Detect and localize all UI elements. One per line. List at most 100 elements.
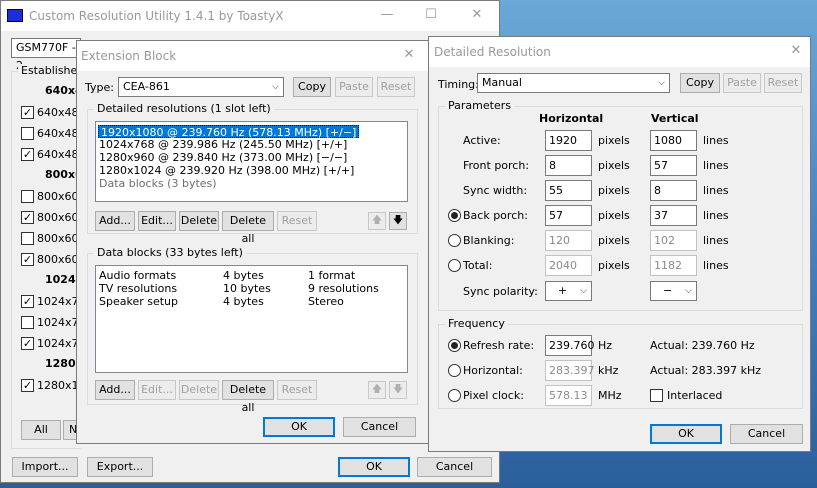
detailed-resolution-item[interactable]: 1280x1024 @ 239.920 Hz (398.00 MHz) [+/+… xyxy=(99,164,354,177)
lines-unit: lines xyxy=(703,234,729,247)
main-cancel-button[interactable]: Cancel xyxy=(417,457,492,477)
minimize-icon[interactable]: — xyxy=(377,5,397,25)
data-delete-button[interactable]: Delete xyxy=(179,380,219,400)
export-button[interactable]: Export... xyxy=(87,457,153,477)
ext-cancel-button[interactable]: Cancel xyxy=(343,417,416,437)
param-horizontal-input[interactable]: 1920 xyxy=(545,130,592,151)
import-button[interactable]: Import... xyxy=(12,457,78,477)
param-label: Blanking: xyxy=(463,234,515,247)
horizontal-freq-radio[interactable] xyxy=(448,364,461,377)
resolution-checkbox[interactable] xyxy=(21,232,34,245)
detailed-resolution-item[interactable]: 1920x1080 @ 239.760 Hz (578.13 MHz) [+/−… xyxy=(98,125,360,139)
detailed-resolution-item[interactable]: 1024x768 @ 239.986 Hz (245.50 MHz) [+/+] xyxy=(99,138,347,151)
app-icon xyxy=(7,9,23,22)
detailed-edit-button[interactable]: Edit... xyxy=(138,211,176,231)
resolution-checkbox[interactable] xyxy=(21,316,34,329)
param-radio[interactable] xyxy=(448,259,461,272)
data-block-row[interactable]: Speaker setup 4 bytes Stereo xyxy=(99,295,404,308)
data-edit-button[interactable]: Edit... xyxy=(138,380,176,400)
dr-copy-button[interactable]: Copy xyxy=(680,73,720,93)
ext-close-icon[interactable]: ✕ xyxy=(399,45,419,65)
data-block-row[interactable]: TV resolutions 10 bytes 9 resolutions xyxy=(99,282,404,295)
data-add-button[interactable]: Add... xyxy=(95,380,135,400)
data-move-up-icon[interactable]: 🡅 xyxy=(368,381,386,399)
type-select[interactable]: CEA-861 ⌵ xyxy=(118,77,284,97)
resolution-checkbox[interactable]: ✓ xyxy=(21,379,34,392)
data-move-down-icon[interactable]: 🡇 xyxy=(389,381,407,399)
timing-select[interactable]: Manual ⌵ xyxy=(477,73,670,93)
pixel-clock-input[interactable]: 578.13 xyxy=(545,385,592,406)
detailed-resolutions-list[interactable]: 1920x1080 @ 239.760 Hz (578.13 MHz) [+/−… xyxy=(95,121,408,202)
detailed-add-button[interactable]: Add... xyxy=(95,211,135,231)
all-button[interactable]: All xyxy=(21,420,61,440)
resolution-checkbox[interactable]: ✓ xyxy=(21,211,34,224)
resolution-checkbox[interactable]: ✓ xyxy=(21,253,34,266)
ext-copy-button[interactable]: Copy xyxy=(293,77,331,97)
sync-v-select[interactable]: − ⌵ xyxy=(650,281,697,301)
dr-title: Detailed Resolution xyxy=(434,45,551,59)
refresh-rate-radio[interactable] xyxy=(448,339,461,352)
ext-reset-button[interactable]: Reset xyxy=(377,77,415,97)
data-block-row[interactable]: Audio formats 4 bytes 1 format xyxy=(99,269,404,282)
lines-unit: lines xyxy=(703,209,729,222)
data-reset-button[interactable]: Reset xyxy=(277,380,317,400)
param-vertical-input[interactable]: 102 xyxy=(650,230,697,251)
data-block-info: 1 format xyxy=(308,269,356,282)
pixel-clock-radio[interactable] xyxy=(448,389,461,402)
param-horizontal-input[interactable]: 2040 xyxy=(545,255,592,276)
monitor-select[interactable]: GSM770F - 2 xyxy=(11,38,81,72)
detailed-delete-button[interactable]: Delete xyxy=(179,211,219,231)
data-block-size: 4 bytes xyxy=(223,269,264,282)
sync-h-select[interactable]: + ⌵ xyxy=(545,281,592,301)
resolution-checkbox[interactable]: ✓ xyxy=(21,295,34,308)
dr-ok-button[interactable]: OK xyxy=(650,424,722,444)
data-blocks-title: Data blocks (33 bytes left) xyxy=(94,246,246,259)
param-vertical-input[interactable]: 1080 xyxy=(650,130,697,151)
param-horizontal-input[interactable]: 120 xyxy=(545,230,592,251)
ext-titlebar[interactable]: Extension Block ✕ xyxy=(77,41,429,71)
resolution-checkbox[interactable]: ✓ xyxy=(21,148,34,161)
param-horizontal-input[interactable]: 55 xyxy=(545,180,592,201)
move-down-icon[interactable]: 🡇 xyxy=(389,212,407,230)
param-horizontal-input[interactable]: 57 xyxy=(545,205,592,226)
dr-cancel-button[interactable]: Cancel xyxy=(730,424,803,444)
detailed-reset-button[interactable]: Reset xyxy=(277,211,317,231)
close-icon[interactable]: ✕ xyxy=(467,5,487,25)
main-ok-button[interactable]: OK xyxy=(338,457,410,477)
param-radio[interactable] xyxy=(448,234,461,247)
pixels-unit: pixels xyxy=(598,184,630,197)
resolution-checkbox[interactable] xyxy=(21,127,34,140)
dr-paste-button[interactable]: Paste xyxy=(723,73,761,93)
resolution-checkbox[interactable] xyxy=(21,190,34,203)
ext-ok-button[interactable]: OK xyxy=(263,417,335,437)
param-vertical-input[interactable]: 37 xyxy=(650,205,697,226)
pixels-unit: pixels xyxy=(598,259,630,272)
move-up-icon[interactable]: 🡅 xyxy=(368,212,386,230)
param-vertical-input[interactable]: 57 xyxy=(650,155,697,176)
pixels-unit: pixels xyxy=(598,209,630,222)
detailed-resolution-item[interactable]: Data blocks (3 bytes) xyxy=(99,177,217,190)
horizontal-freq-input[interactable]: 283.397 xyxy=(545,360,595,381)
data-block-info: Stereo xyxy=(308,295,344,308)
param-vertical-input[interactable]: 1182 xyxy=(650,255,697,276)
resolution-checkbox[interactable]: ✓ xyxy=(21,337,34,350)
pixels-unit: pixels xyxy=(598,134,630,147)
refresh-rate-input[interactable]: 239.760 xyxy=(545,335,595,356)
param-label: Back porch: xyxy=(463,209,528,222)
data-delete-all-button[interactable]: Delete all xyxy=(222,380,274,414)
main-titlebar[interactable]: Custom Resolution Utility 1.4.1 by Toast… xyxy=(1,1,499,31)
param-horizontal-input[interactable]: 8 xyxy=(545,155,592,176)
detailed-resolution-item[interactable]: 1280x960 @ 239.840 Hz (373.00 MHz) [−/−] xyxy=(99,151,347,164)
detailed-delete-all-button[interactable]: Delete all xyxy=(222,211,274,245)
ext-paste-button[interactable]: Paste xyxy=(335,77,373,97)
interlaced-checkbox[interactable] xyxy=(650,389,663,402)
resolution-checkbox[interactable]: ✓ xyxy=(21,106,34,119)
dr-reset-button[interactable]: Reset xyxy=(764,73,802,93)
data-blocks-list[interactable]: Audio formats 4 bytes 1 format TV resolutio… xyxy=(95,265,408,373)
maximize-icon[interactable]: ☐ xyxy=(421,5,441,25)
param-vertical-input[interactable]: 8 xyxy=(650,180,697,201)
dr-titlebar[interactable]: Detailed Resolution ✕ xyxy=(429,37,810,67)
dr-close-icon[interactable]: ✕ xyxy=(786,41,806,61)
param-radio[interactable] xyxy=(448,209,461,222)
param-label: Active: xyxy=(463,134,501,147)
